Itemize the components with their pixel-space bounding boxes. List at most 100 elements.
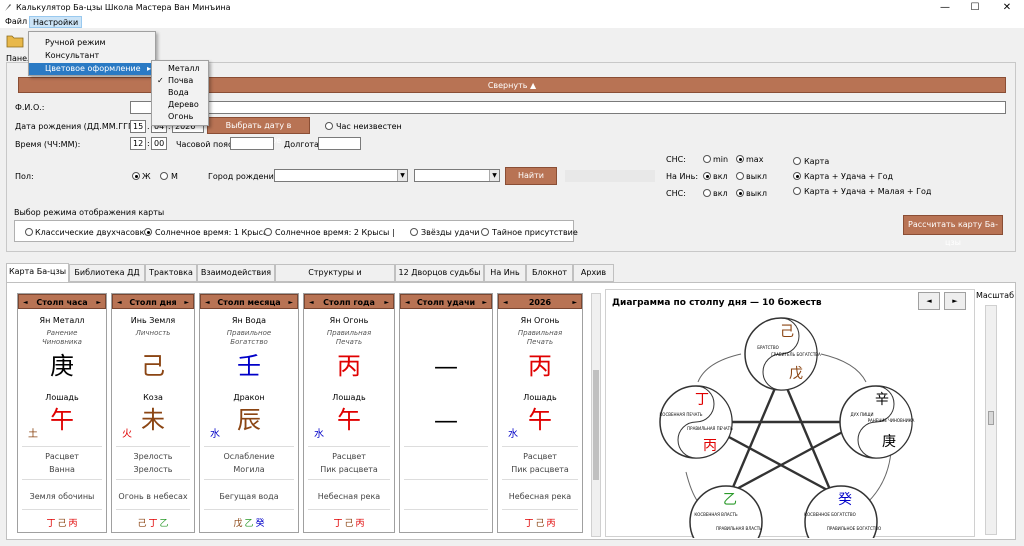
- mode-solar1-radio[interactable]: [144, 228, 152, 236]
- chs2-off-radio[interactable]: [736, 189, 744, 197]
- color-water[interactable]: Вода: [152, 87, 208, 99]
- tab-12-palaces[interactable]: 12 Дворцов судьбы: [395, 264, 484, 282]
- settings-menu: Ручной режим Консультант Цветовое оформл…: [28, 31, 156, 76]
- mode-solar2-radio[interactable]: [264, 228, 272, 236]
- menu-item-color-theme[interactable]: Цветовое оформление ▸: [29, 63, 155, 75]
- city-combobox[interactable]: ▼: [274, 169, 408, 182]
- pillar-title: Столп года: [323, 298, 375, 307]
- sex-zh-radio[interactable]: [132, 172, 140, 180]
- feather-icon: [5, 4, 11, 11]
- pillar-nayin: Небесная река: [317, 492, 381, 501]
- pillar-next-icon[interactable]: ►: [482, 295, 487, 310]
- menu-item-manual-mode[interactable]: Ручной режим: [29, 37, 155, 49]
- color-theme-label: Цветовое оформление: [45, 64, 141, 73]
- bottom-right-char1: 癸: [838, 492, 852, 508]
- pillar-next-icon[interactable]: ►: [572, 295, 577, 310]
- tab-bazi-chart[interactable]: Карта Ба-цзы: [6, 263, 69, 283]
- pick-date-button[interactable]: Выбрать дату в календаре: [207, 117, 310, 145]
- tz-input[interactable]: [230, 137, 274, 150]
- menu-item-consultant[interactable]: Консультант: [29, 50, 155, 62]
- fio-label: Ф.И.О.:: [15, 103, 45, 112]
- chs1-max-radio[interactable]: [736, 155, 744, 163]
- time-unknown-checkbox[interactable]: [325, 122, 333, 130]
- color-metal[interactable]: Металл: [152, 63, 208, 75]
- pillar-phase: Расцвет: [332, 452, 366, 461]
- card-luck-year-radio[interactable]: [793, 172, 801, 180]
- calculate-button[interactable]: Рассчитать карту Ба-цзы: [903, 215, 1003, 247]
- check-icon: ✓: [157, 76, 164, 85]
- scale-slider[interactable]: [985, 305, 997, 535]
- color-fire[interactable]: Огонь: [152, 111, 208, 123]
- card-mode-radio[interactable]: [793, 157, 801, 165]
- hidden-stem: 丙: [68, 519, 78, 529]
- pillar-title: Столп часа: [36, 298, 88, 307]
- birth-day-input[interactable]: [130, 120, 146, 133]
- sex-m-radio[interactable]: [160, 172, 168, 180]
- pillar-prev-icon[interactable]: ◄: [309, 295, 314, 310]
- hour-input[interactable]: [130, 137, 146, 150]
- city-label: Город рождения:: [208, 172, 282, 181]
- pillar-next-icon[interactable]: ►: [384, 295, 389, 310]
- pillar-prev-icon[interactable]: ◄: [503, 295, 508, 310]
- pillar-prev-icon[interactable]: ◄: [405, 295, 410, 310]
- nain-on-radio[interactable]: [703, 172, 711, 180]
- mode-lucky-stars-radio[interactable]: [410, 228, 418, 236]
- pillar-stem-char: 丙: [528, 352, 552, 380]
- mode-solar2-label: Солнечное время: 2 Крысы: [275, 228, 390, 237]
- find-button[interactable]: Найти: [505, 167, 557, 185]
- menu-settings[interactable]: Настройки: [29, 16, 83, 28]
- hidden-stem: 己: [57, 519, 67, 529]
- tab-archive[interactable]: Архив: [573, 264, 614, 282]
- diagram-prev-button[interactable]: ◄: [918, 292, 940, 310]
- hidden-stem: 丁: [333, 519, 343, 529]
- scale-thumb[interactable]: [988, 411, 994, 425]
- tab-structures[interactable]: Структуры и Конфигурации: [275, 264, 395, 293]
- minute-input[interactable]: [151, 137, 167, 150]
- pillars-scrollbar[interactable]: [591, 293, 601, 537]
- minimize-button[interactable]: —: [930, 0, 960, 16]
- menu-file[interactable]: Файл: [2, 16, 30, 28]
- pillar-nayin: Земля обочины: [29, 492, 95, 501]
- scroll-thumb[interactable]: [593, 370, 599, 480]
- pillar-prev-icon[interactable]: ◄: [205, 295, 210, 310]
- pillar-separator: [116, 479, 190, 480]
- tab-nayin[interactable]: На Инь: [484, 264, 526, 282]
- close-button[interactable]: ✕: [992, 0, 1022, 16]
- top-label1: БРАТСТВО: [757, 345, 778, 350]
- window-title: Калькулятор Ба-цзы Школа Мастера Ван Мин…: [16, 3, 231, 12]
- pillar-animal: Лошадь: [523, 393, 557, 402]
- pillar-next-icon[interactable]: ►: [288, 295, 293, 310]
- pillar-deity: Ранение Чиновника: [42, 329, 82, 346]
- pillar-phase2: Могила: [233, 465, 265, 474]
- mode-secret-label: Тайное присутствие: [492, 228, 578, 237]
- pillar-header: ◄ Столп месяца ►: [200, 294, 298, 309]
- maximize-button[interactable]: ☐: [960, 0, 990, 16]
- chs2-on-radio[interactable]: [703, 189, 711, 197]
- mode-classic-radio[interactable]: [25, 228, 33, 236]
- city-variant-combobox[interactable]: ▼: [414, 169, 500, 182]
- mode-secret-radio[interactable]: [481, 228, 489, 236]
- chs1-min-radio[interactable]: [703, 155, 711, 163]
- pillar-stem-name: Ян Огонь: [520, 316, 560, 325]
- color-wood[interactable]: Дерево: [152, 99, 208, 111]
- pillar-next-icon[interactable]: ►: [96, 295, 101, 310]
- pillar-prev-icon[interactable]: ◄: [117, 295, 122, 310]
- tab-library[interactable]: Библиотека ДД: [69, 264, 145, 282]
- pillar-next-icon[interactable]: ►: [184, 295, 189, 310]
- pillar-prev-icon[interactable]: ◄: [23, 295, 28, 310]
- card-luck-small-year-radio[interactable]: [793, 187, 801, 195]
- mode-label: Выбор режима отображения карты: [14, 208, 165, 217]
- longitude-input[interactable]: [318, 137, 361, 150]
- color-soil[interactable]: ✓ Почва: [152, 75, 208, 87]
- tab-interpretation[interactable]: Трактовка: [145, 264, 197, 282]
- folder-icon[interactable]: [6, 34, 24, 48]
- tab-interactions[interactable]: Взаимодействия: [197, 264, 275, 282]
- pillar-title: Столп удачи: [416, 298, 476, 307]
- diagram-next-button[interactable]: ►: [944, 292, 966, 310]
- pillar-title: Столп месяца: [217, 298, 281, 307]
- pillar-hidden-stems: 丁己丙: [18, 516, 106, 529]
- tab-notebook[interactable]: Блокнот: [526, 264, 573, 282]
- nain-off-radio[interactable]: [736, 172, 744, 180]
- fio-input[interactable]: [130, 101, 1006, 114]
- pillar-separator: [502, 509, 578, 510]
